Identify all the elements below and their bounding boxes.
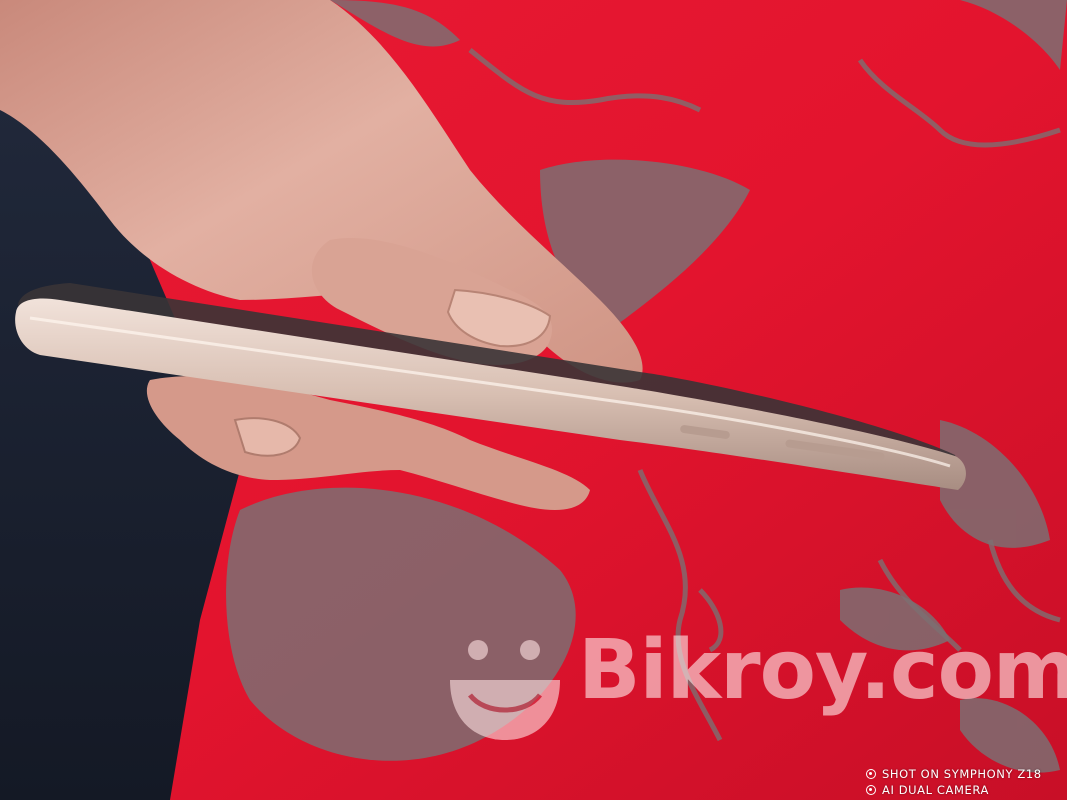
camera-stamp-model: SHOT ON SYMPHONY Z18 xyxy=(882,767,1042,781)
camera-stamp-feature: AI DUAL CAMERA xyxy=(882,783,989,797)
camera-stamp: SHOT ON SYMPHONY Z18 AI DUAL CAMERA xyxy=(866,766,1064,798)
camera-lens-icon xyxy=(866,785,876,795)
camera-lens-icon xyxy=(866,769,876,779)
camera-stamp-line-2: AI DUAL CAMERA xyxy=(866,782,1064,798)
camera-stamp-line-1: SHOT ON SYMPHONY Z18 xyxy=(866,766,1064,782)
watermark-brand-text: Bikroy.com xyxy=(578,623,1067,718)
photo-scene: Bikroy.com SHOT ON SYMPHONY Z18 AI DUAL … xyxy=(0,0,1067,800)
